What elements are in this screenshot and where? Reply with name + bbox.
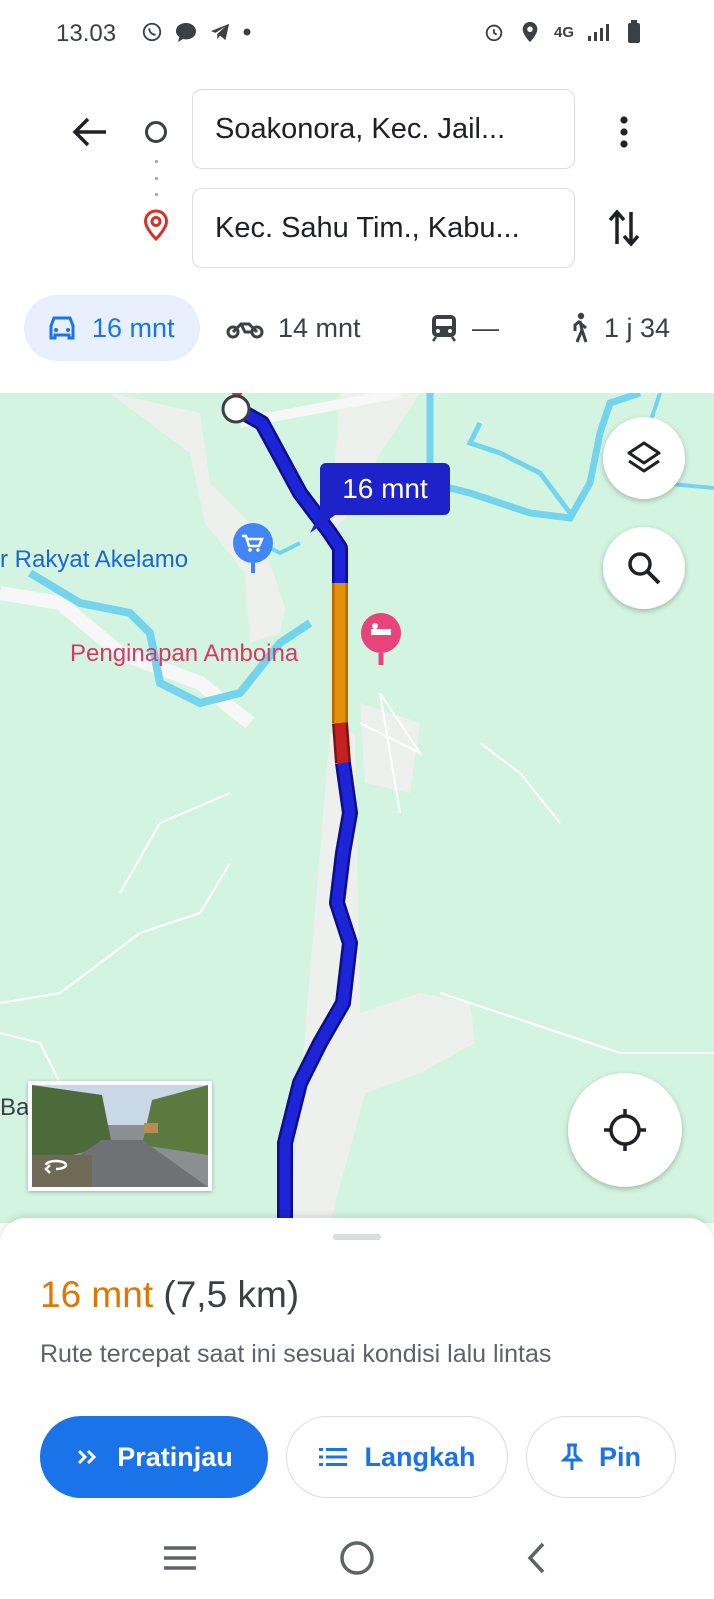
tab-walking[interactable]: 1 j 34 [568,295,670,361]
layers-icon [627,441,661,473]
road [119,792,231,894]
poi-label-inn[interactable]: Penginapan Amboina [70,640,298,668]
steps-button-label: Langkah [364,1441,476,1472]
road [0,862,231,1004]
alarm-icon [482,20,506,44]
destination-pin-icon [143,209,169,241]
train-icon [432,315,456,342]
system-back-button[interactable] [506,1528,566,1588]
network-type: 4G [553,23,574,41]
travel-mode-tabs: 16 mnt 14 mnt — 1 j 34 [0,295,714,367]
map-search-button[interactable] [603,527,685,609]
swap-vert-icon [608,209,640,247]
home-button[interactable] [327,1528,387,1588]
pin-icon [560,1443,583,1470]
chat-bubble-icon [174,20,198,44]
status-time: 13.03 [56,20,117,47]
route-note: Rute tercepat saat ini sesuai kondisi la… [40,1340,552,1368]
map-view[interactable]: r Rakyat Akelamo Penginapan Amboina Bar … [0,393,714,1223]
swap-route-button[interactable] [598,202,650,254]
battery-icon [622,20,646,44]
walk-icon [573,312,588,343]
tab-driving-label: 16 mnt [92,312,175,343]
directions-header: Soakonora, Kec. Jail... Kec. Sahu Tim., … [0,68,714,393]
route-summary: 16 mnt (7,5 km) [40,1274,299,1316]
layers-button[interactable] [603,417,685,499]
list-icon [319,1448,348,1466]
hotel-poi-icon [361,613,401,665]
motorcycle-icon [226,322,264,339]
poi-label-market[interactable]: r Rakyat Akelamo [0,546,188,574]
street-view-thumbnail[interactable] [28,1081,212,1191]
route-duration: 16 mnt [40,1274,154,1315]
system-nav-bar [0,1516,714,1599]
preview-button-label: Pratinjau [117,1441,233,1472]
back-button[interactable] [66,108,114,156]
car-icon [49,316,75,340]
route-eta-bubble[interactable]: 16 mnt [320,463,450,515]
notification-icons [140,20,252,44]
road [479,742,561,824]
origin-marker-icon [145,121,167,143]
tab-walking-label: 1 j 34 [604,312,671,343]
route-connector [154,160,158,196]
steps-button[interactable]: Langkah [286,1416,508,1498]
recents-button[interactable] [150,1528,210,1588]
arrow-back-icon [72,117,106,147]
telegram-icon [208,20,232,44]
system-icons: 4G [482,20,646,44]
my-location-button[interactable] [568,1073,682,1187]
destination-field[interactable]: Kec. Sahu Tim., Kabu... [192,188,575,268]
chevron-left-icon [527,1542,545,1574]
tab-transit[interactable]: — [430,295,499,361]
sheet-drag-handle[interactable] [333,1234,381,1240]
signal-icon [586,20,610,44]
road [0,1032,61,1084]
status-bar: 13.03 4G [0,0,714,68]
location-icon [518,20,542,44]
tab-motorcycle[interactable]: 14 mnt [226,295,361,361]
tab-motorcycle-label: 14 mnt [278,312,361,343]
road-area [290,733,475,1223]
recents-icon [164,1546,196,1570]
route-start-marker-icon [221,393,251,424]
more-vert-icon [620,116,628,148]
my-location-icon [604,1109,646,1151]
tab-transit-label: — [472,312,499,343]
dot-icon [242,20,252,44]
home-circle-icon [340,1541,374,1575]
pin-button[interactable]: Pin [526,1416,676,1498]
rotate-360-icon [44,1159,68,1174]
tab-driving[interactable]: 16 mnt [24,295,200,361]
search-icon [628,552,661,585]
origin-field[interactable]: Soakonora, Kec. Jail... [192,89,575,169]
whatsapp-icon [140,20,164,44]
route-distance: (7,5 km) [163,1274,300,1315]
road [439,992,714,1054]
more-options-button[interactable] [600,106,648,158]
preview-button[interactable]: Pratinjau [40,1416,268,1498]
pin-button-label: Pin [598,1441,641,1472]
double-chevron-right-icon [78,1449,97,1465]
